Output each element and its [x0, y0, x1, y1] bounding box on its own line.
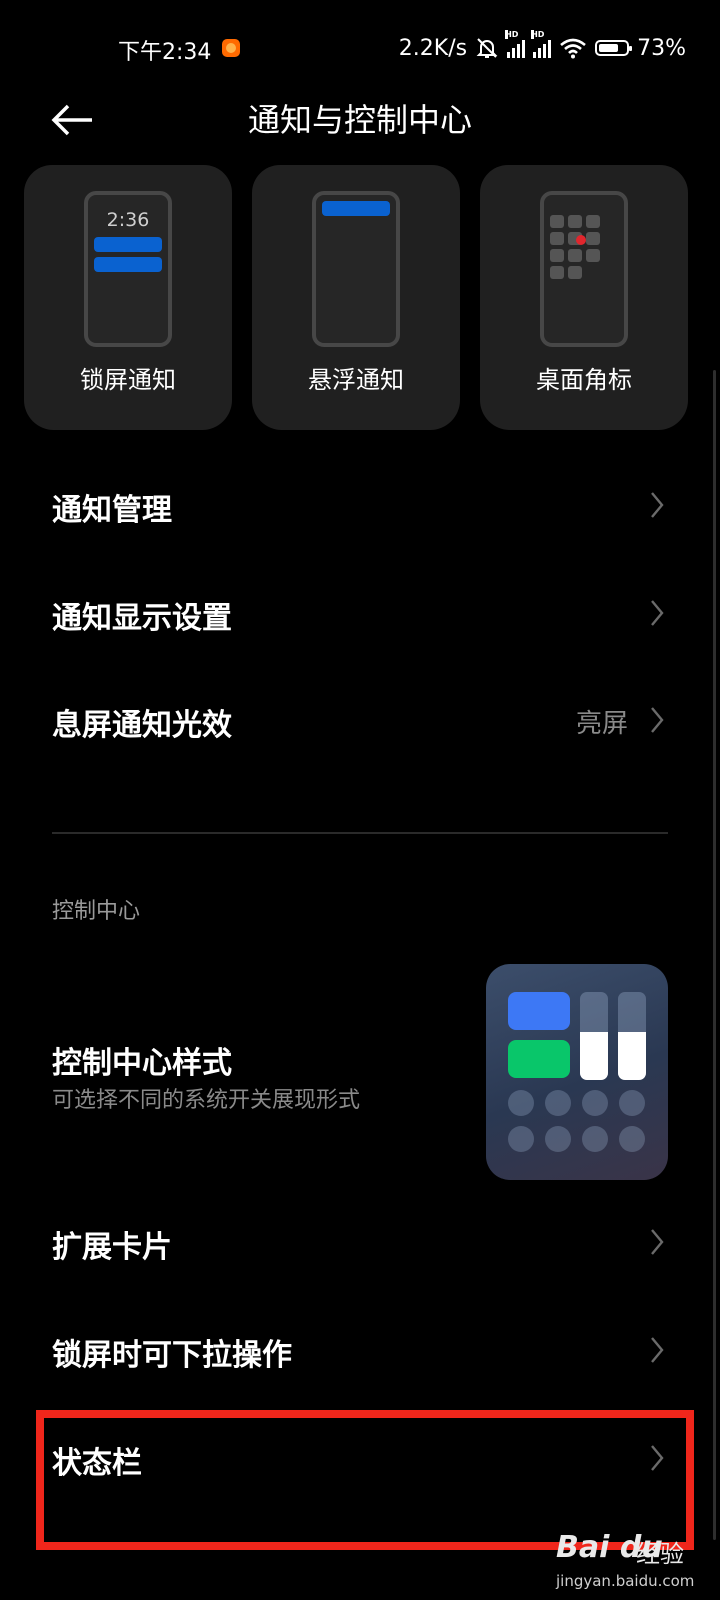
highlight-box	[36, 1410, 694, 1550]
floating-bar	[322, 201, 390, 216]
toggle-circle	[619, 1090, 645, 1116]
row-notification-management[interactable]: 通知管理	[0, 455, 720, 555]
toggle-circle	[545, 1126, 571, 1152]
card-desktop-badge[interactable]: 桌面角标	[480, 165, 688, 430]
page-header: 通知与控制中心	[0, 90, 720, 150]
chevron-right-icon	[651, 1337, 664, 1363]
toggle-circle	[619, 1126, 645, 1152]
divider	[52, 832, 668, 834]
battery-fill	[599, 44, 619, 52]
phone-illustration	[540, 191, 628, 347]
toggle-circle	[508, 1126, 534, 1152]
row-label: 息屏通知光效	[52, 708, 232, 743]
row-lockscreen-pulldown[interactable]: 锁屏时可下拉操作	[0, 1300, 720, 1400]
card-label: 锁屏通知	[80, 366, 176, 394]
signal-2-icon: HD	[531, 30, 552, 58]
chevron-right-icon	[651, 600, 664, 626]
chevron-right-icon	[651, 707, 664, 733]
card-lockscreen-notification[interactable]: 2:36 锁屏通知	[24, 165, 232, 430]
phone-illustration: 2:36	[84, 191, 172, 347]
row-screen-off-light[interactable]: 息屏通知光效 亮屏	[0, 670, 720, 770]
row-subtitle: 可选择不同的系统开关展现形式	[52, 1088, 361, 1113]
watermark-url: jingyan.baidu.com	[556, 1572, 695, 1590]
app-grid	[550, 215, 616, 279]
status-bar: 下午2:34 2.2K/s HD HD 73%	[0, 0, 720, 100]
signal-1-icon: HD	[505, 30, 526, 58]
section-title-control-center: 控制中心	[52, 899, 141, 924]
row-label: 扩展卡片	[52, 1230, 172, 1265]
green-tile	[508, 1040, 570, 1078]
row-notification-display[interactable]: 通知显示设置	[0, 563, 720, 663]
badge-dot	[576, 235, 586, 245]
row-label: 锁屏时可下拉操作	[52, 1338, 292, 1373]
row-label: 通知显示设置	[52, 601, 232, 636]
watermark-cn: 经验	[636, 1540, 684, 1568]
baidu-watermark: Bai du 经验 jingyan.baidu.com	[552, 1530, 712, 1596]
mute-bell-icon	[476, 38, 498, 58]
chevron-right-icon	[651, 1229, 664, 1255]
control-center-preview	[486, 964, 668, 1180]
card-label: 悬浮通知	[308, 366, 404, 394]
phone-clock: 2:36	[106, 209, 150, 231]
blue-tile	[508, 992, 570, 1030]
battery-icon	[595, 40, 633, 56]
row-control-center-style[interactable]: 控制中心样式 可选择不同的系统开关展现形式	[0, 960, 720, 1180]
toggle-circle	[545, 1090, 571, 1116]
notification-style-cards: 2:36 锁屏通知 悬浮通知 桌面角标	[24, 165, 696, 430]
scrollbar[interactable]	[713, 370, 716, 1540]
card-floating-notification[interactable]: 悬浮通知	[252, 165, 460, 430]
row-value: 亮屏	[575, 709, 628, 739]
net-speed: 2.2K/s	[398, 35, 468, 61]
battery-percent: 73%	[637, 35, 686, 61]
toggle-circle	[582, 1126, 608, 1152]
row-label: 控制中心样式	[52, 1046, 232, 1081]
phone-illustration	[312, 191, 400, 347]
chevron-right-icon	[651, 492, 664, 518]
toggle-circle	[508, 1090, 534, 1116]
toggle-circle	[582, 1090, 608, 1116]
card-label: 桌面角标	[536, 366, 632, 394]
notification-bar	[94, 257, 162, 272]
wifi-icon	[560, 38, 586, 59]
brightness-slider	[580, 992, 608, 1080]
row-label: 通知管理	[52, 493, 172, 528]
status-right: 2.2K/s HD HD 73%	[398, 30, 686, 62]
row-expand-cards[interactable]: 扩展卡片	[0, 1192, 720, 1292]
status-time: 下午2:34	[118, 40, 212, 65]
page-title: 通知与控制中心	[247, 101, 472, 139]
app-notification-icon	[222, 39, 240, 57]
notification-bar	[94, 237, 162, 252]
volume-slider	[618, 992, 646, 1080]
